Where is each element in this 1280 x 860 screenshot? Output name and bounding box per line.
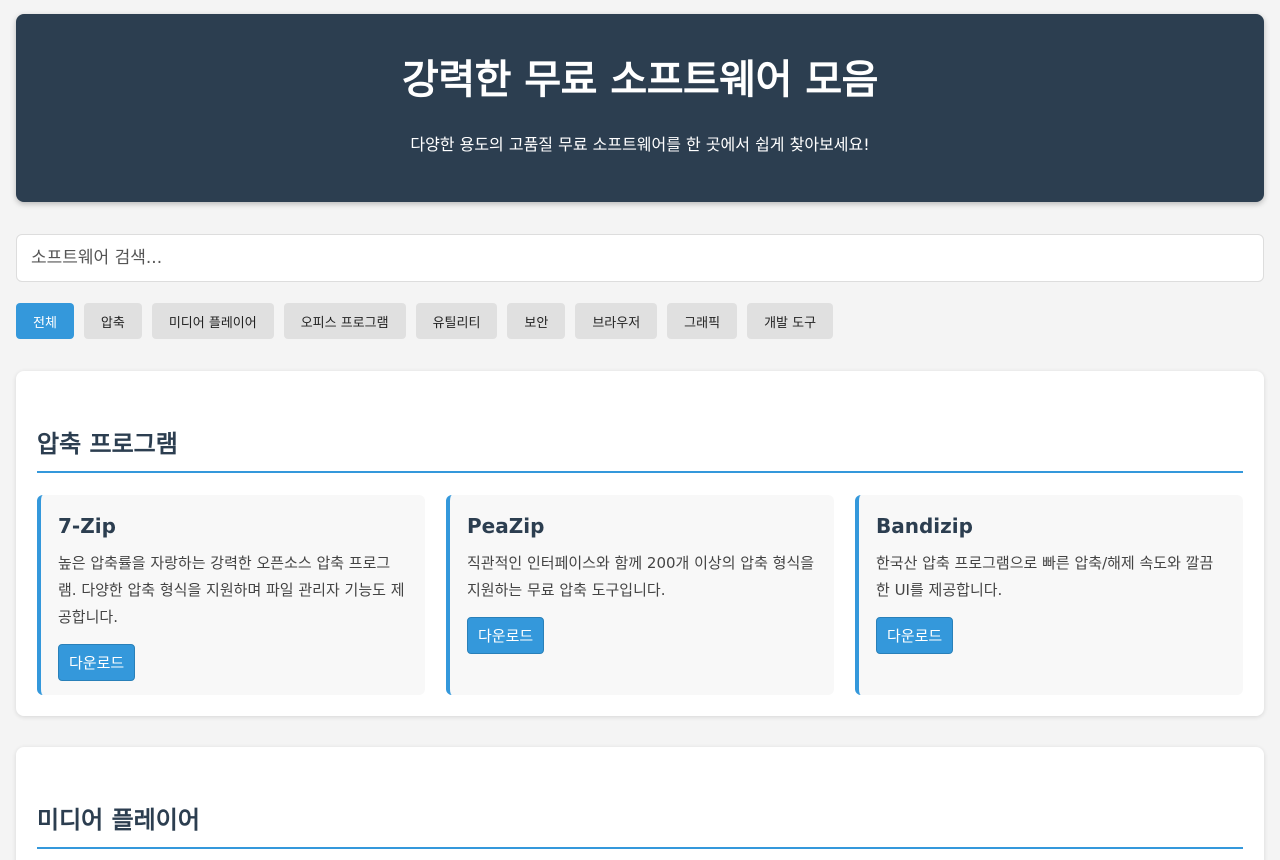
download-button[interactable]: 다운로드: [876, 617, 954, 654]
software-card-bandizip: Bandizip 한국산 압축 프로그램으로 빠른 압축/해제 속도와 깔끔한 …: [855, 495, 1243, 695]
filter-compression-button[interactable]: 압축: [83, 303, 142, 339]
software-description: 직관적인 인터페이스와 함께 200개 이상의 압축 형식을 지원하는 무료 압…: [467, 554, 815, 599]
section-title: 미디어 플레이어: [37, 803, 1243, 849]
software-card-list: 7-Zip 높은 압축률을 자랑하는 강력한 오픈소스 압축 프로그램. 다양한…: [37, 495, 1243, 695]
filter-media-player-button[interactable]: 미디어 플레이어: [151, 303, 274, 339]
page-title: 강력한 무료 소프트웨어 모음: [402, 57, 878, 103]
software-description: 한국산 압축 프로그램으로 빠른 압축/해제 속도와 깔끔한 UI를 제공합니다…: [876, 554, 1214, 599]
software-card-peazip: PeaZip 직관적인 인터페이스와 함께 200개 이상의 압축 형식을 지원…: [446, 495, 834, 695]
page-subtitle: 다양한 용도의 고품질 무료 소프트웨어를 한 곳에서 쉽게 찾아보세요!: [410, 135, 870, 154]
search-input[interactable]: [16, 234, 1264, 282]
software-description: 높은 압축률을 자랑하는 강력한 오픈소스 압축 프로그램. 다양한 압축 형식…: [58, 554, 405, 626]
filter-browser-button[interactable]: 브라우저: [575, 303, 658, 339]
software-name: PeaZip: [467, 514, 545, 538]
software-card-7zip: 7-Zip 높은 압축률을 자랑하는 강력한 오픈소스 압축 프로그램. 다양한…: [37, 495, 425, 695]
section-media-player: 미디어 플레이어: [16, 747, 1264, 860]
hero-header: 강력한 무료 소프트웨어 모음 다양한 용도의 고품질 무료 소프트웨어를 한 …: [16, 14, 1264, 202]
software-name: 7-Zip: [58, 514, 116, 538]
section-title: 압축 프로그램: [37, 427, 1243, 473]
filter-graphics-button[interactable]: 그래픽: [667, 303, 738, 339]
filter-utility-button[interactable]: 유틸리티: [415, 303, 498, 339]
filter-office-button[interactable]: 오피스 프로그램: [283, 303, 406, 339]
section-compression: 압축 프로그램 7-Zip 높은 압축률을 자랑하는 강력한 오픈소스 압축 프…: [16, 371, 1264, 716]
category-filter-bar: 전체 압축 미디어 플레이어 오피스 프로그램 유틸리티 보안 브라우저 그래픽…: [16, 303, 1264, 339]
download-button[interactable]: 다운로드: [58, 644, 136, 681]
filter-all-button[interactable]: 전체: [16, 303, 74, 339]
page: 강력한 무료 소프트웨어 모음 다양한 용도의 고품질 무료 소프트웨어를 한 …: [0, 0, 1280, 860]
filter-dev-tools-button[interactable]: 개발 도구: [747, 303, 834, 339]
filter-security-button[interactable]: 보안: [507, 303, 566, 339]
download-button[interactable]: 다운로드: [467, 617, 545, 654]
software-name: Bandizip: [876, 514, 973, 538]
